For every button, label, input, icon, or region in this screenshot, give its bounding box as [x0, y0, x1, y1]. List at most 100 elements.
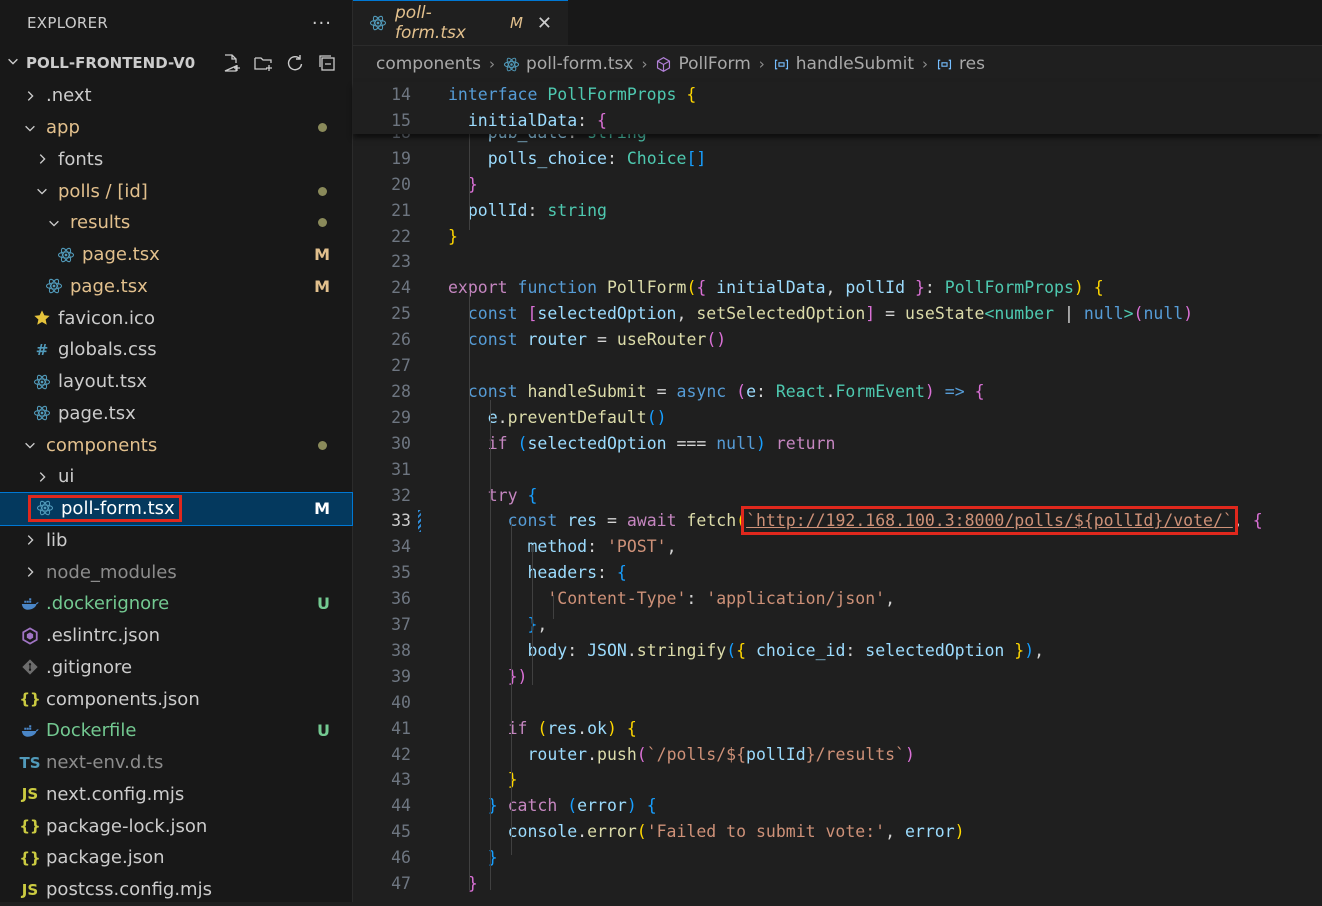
code-text: try {: [448, 485, 538, 505]
sticky-line[interactable]: 15 initialData: {: [353, 108, 1322, 134]
code-line[interactable]: 24 export function PollForm({ initialData…: [353, 275, 1322, 301]
folder-item[interactable]: .next: [0, 80, 352, 112]
folder-item[interactable]: polls / [id]: [0, 175, 352, 207]
line-number: 44: [391, 796, 411, 816]
tree-item-label: globals.css: [58, 339, 157, 361]
code-line[interactable]: 30 if (selectedOption === null) return: [353, 431, 1322, 457]
file-item[interactable]: {} components.json: [0, 683, 352, 715]
file-item[interactable]: favicon.ico: [0, 302, 352, 334]
tree-item-label: page.tsx: [58, 402, 136, 424]
code-line[interactable]: 26 const router = useRouter(): [353, 327, 1322, 353]
file-item[interactable]: poll-form.tsx M: [0, 491, 353, 526]
code-line[interactable]: 44 } catch (error) {: [353, 793, 1322, 819]
javascript-icon: JS: [21, 785, 39, 804]
line-number: 24: [391, 278, 411, 298]
file-item[interactable]: page.tsx M: [0, 239, 352, 271]
file-item[interactable]: .eslintrc.json: [0, 620, 352, 652]
code-line[interactable]: 23: [353, 249, 1322, 275]
code-line[interactable]: 25 const [selectedOption, setSelectedOpt…: [353, 301, 1322, 327]
file-item[interactable]: layout.tsx: [0, 366, 352, 398]
file-item[interactable]: {} package-lock.json: [0, 810, 352, 842]
git-status-badge: M: [314, 276, 330, 296]
line-number: 23: [391, 252, 411, 272]
sticky-scroll-header[interactable]: 14 interface PollFormProps {15 initialDat…: [353, 82, 1322, 134]
code-line[interactable]: 34 method: 'POST',: [353, 534, 1322, 560]
new-file-icon[interactable]: [220, 52, 242, 74]
code-line[interactable]: 43 }: [353, 767, 1322, 793]
folder-item[interactable]: fonts: [0, 144, 352, 176]
file-item[interactable]: page.tsx M: [0, 271, 352, 303]
tree-item-label: components: [46, 434, 158, 456]
css-hash-icon: #: [35, 340, 49, 359]
git-status-badge: U: [317, 721, 330, 741]
file-item[interactable]: .gitignore: [0, 652, 352, 684]
folder-item[interactable]: components: [0, 429, 352, 461]
code-line[interactable]: 47 }: [353, 871, 1322, 897]
code-text: }): [448, 666, 528, 686]
react-icon: [35, 498, 55, 518]
file-item[interactable]: JS next.config.mjs: [0, 779, 352, 811]
file-item[interactable]: page.tsx: [0, 398, 352, 430]
folder-item[interactable]: node_modules: [0, 556, 352, 588]
code-line[interactable]: 36 'Content-Type': 'application/json',: [353, 586, 1322, 612]
code-line[interactable]: 33 const res = await fetch(`http://192.1…: [353, 506, 1322, 536]
line-number: 14: [391, 85, 411, 104]
file-item[interactable]: {} package.json: [0, 842, 352, 874]
more-actions-icon[interactable]: ···: [312, 13, 332, 34]
collapse-all-icon[interactable]: [316, 52, 338, 74]
code-line[interactable]: 41 if (res.ok) {: [353, 716, 1322, 742]
code-text: const handleSubmit = async (e: React.For…: [448, 381, 985, 401]
explorer-header: EXPLORER ···: [0, 0, 352, 46]
file-item[interactable]: Dockerfile U: [0, 715, 352, 747]
code-line[interactable]: 29 e.preventDefault(): [353, 405, 1322, 431]
new-folder-icon[interactable]: [252, 52, 274, 74]
git-icon: [20, 657, 40, 677]
code-text: }: [448, 874, 478, 893]
modified-line-gutter-icon: [418, 510, 421, 533]
code-line[interactable]: 27: [353, 353, 1322, 379]
tree-item-label: polls / [id]: [58, 180, 148, 202]
code-line[interactable]: 38 body: JSON.stringify({ choice_id: sel…: [353, 638, 1322, 664]
code-line[interactable]: 42 router.push(`/polls/${pollId}/results…: [353, 742, 1322, 768]
line-number: 42: [391, 744, 411, 764]
file-item[interactable]: # globals.css: [0, 334, 352, 366]
chevron-down-icon: [6, 54, 26, 72]
json-braces-icon: {}: [19, 848, 41, 867]
code-line[interactable]: 31: [353, 457, 1322, 483]
fetch-url-highlight[interactable]: `http://192.168.100.3:8000/polls/${pollI…: [741, 506, 1238, 536]
code-line[interactable]: 20 }: [353, 172, 1322, 198]
refresh-icon[interactable]: [284, 52, 306, 74]
line-number: 32: [391, 485, 411, 505]
folder-item[interactable]: app: [0, 112, 352, 144]
line-number: 26: [391, 330, 411, 350]
code-line[interactable]: 46 }: [353, 845, 1322, 871]
folder-item[interactable]: ui: [0, 461, 352, 493]
folder-item[interactable]: lib: [0, 525, 352, 557]
file-item[interactable]: JS postcss.config.mjs: [0, 874, 352, 906]
code-line[interactable]: 39 }): [353, 664, 1322, 690]
code-line[interactable]: 45 console.error('Failed to submit vote:…: [353, 819, 1322, 845]
code-line[interactable]: 22}: [353, 224, 1322, 250]
docker-icon: [20, 721, 40, 741]
sticky-line[interactable]: 14 interface PollFormProps {: [353, 82, 1322, 108]
code-line[interactable]: 21 pollId: string: [353, 198, 1322, 224]
code-line[interactable]: 28 const handleSubmit = async (e: React.…: [353, 379, 1322, 405]
code-line[interactable]: 19 polls_choice: Choice[]: [353, 146, 1322, 172]
folder-item[interactable]: results: [0, 207, 352, 239]
code-line[interactable]: 37 },: [353, 612, 1322, 638]
tree-item-label: page.tsx: [70, 275, 148, 297]
code-line[interactable]: 32 try {: [353, 483, 1322, 509]
file-item[interactable]: .dockerignore U: [0, 588, 352, 620]
project-root[interactable]: POLL-FRONTEND-V0: [0, 46, 352, 80]
code-editor[interactable]: 18 pub_date: string19 polls_choice: Choi…: [353, 0, 1322, 902]
tree-item-label: package.json: [46, 847, 165, 869]
explorer-title: EXPLORER: [27, 14, 109, 32]
code-line[interactable]: 35 headers: {: [353, 560, 1322, 586]
chevron-right-icon: [34, 469, 50, 485]
line-number: 21: [391, 200, 411, 220]
file-item[interactable]: TS next-env.d.ts: [0, 747, 352, 779]
indent-guide: [469, 290, 470, 890]
code-line[interactable]: 40: [353, 690, 1322, 716]
code-text: }: [448, 770, 518, 790]
tree-item-label: favicon.ico: [58, 307, 155, 329]
